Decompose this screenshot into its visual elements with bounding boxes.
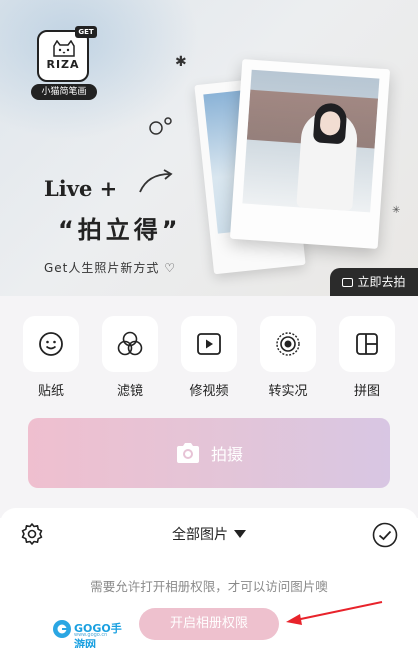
tool-sticker[interactable]: 贴纸: [23, 316, 79, 399]
tool-label: 贴纸: [37, 384, 64, 399]
tool-live-photo[interactable]: 转实况: [260, 316, 316, 399]
video-edit-icon: [197, 333, 221, 355]
camera-icon: [176, 443, 199, 463]
tool-label: 滤镜: [116, 384, 143, 399]
triangle-down-icon: [234, 530, 246, 538]
check-circle-icon[interactable]: [372, 522, 398, 548]
logo-get-badge: GET: [75, 26, 97, 38]
tool-label: 修视频: [189, 384, 229, 399]
album-selector-label: 全部图片: [172, 527, 228, 543]
banner-tagline: Get人生照片新方式 ♡: [44, 261, 176, 275]
sparkle-icon: ✱: [175, 54, 187, 70]
camera-icon: [342, 278, 354, 287]
filter-icon: [117, 331, 143, 356]
go-shoot-label: 立即去拍: [357, 275, 406, 289]
enable-permission-button[interactable]: 开启相册权限: [139, 608, 279, 640]
tool-label: 拼图: [353, 384, 380, 399]
annotation-arrow-icon: [286, 601, 383, 625]
watermark-logo: GOGO手游网 www.gogo.cn: [52, 618, 132, 648]
go-shoot-button[interactable]: 立即去拍: [330, 268, 418, 296]
sticker-icon: [39, 332, 63, 356]
live-photo-icon: [276, 332, 300, 356]
app-logo: GET RIZA 小猫简笔画: [31, 26, 97, 100]
logo-name: RIZA: [46, 58, 80, 71]
tool-label: 转实况: [268, 384, 308, 399]
curved-arrow-icon: [139, 169, 173, 193]
small-sparkle-icon: ✳: [392, 205, 401, 216]
tool-video-edit[interactable]: 修视频: [181, 316, 237, 399]
tool-filter[interactable]: 滤镜: [102, 316, 158, 399]
banner-title: Live +: [44, 176, 118, 201]
bubbles-icon: [149, 117, 172, 135]
shoot-button[interactable]: 拍摄: [28, 418, 390, 488]
tools-row: 贴纸 滤镜 修视频 转实况 拼图: [0, 296, 418, 408]
banner-subtitle: “拍立得”: [58, 216, 182, 244]
logo-subtitle: 小猫简笔画: [31, 84, 97, 100]
cat-logo-icon: [53, 40, 75, 57]
shoot-label: 拍摄: [210, 445, 243, 464]
shoot-area: 拍摄: [0, 408, 418, 518]
watermark-subtext: www.gogo.cn: [74, 632, 108, 638]
gogo-logo-icon: [53, 620, 71, 638]
collage-icon: [356, 333, 378, 355]
album-selector[interactable]: 全部图片: [0, 524, 418, 544]
promo-banner[interactable]: GET RIZA 小猫简笔画 ✱ ✳ Live + “拍立得” Get人生照片新…: [0, 0, 418, 296]
polaroid-front-photo: [229, 59, 391, 249]
tool-collage[interactable]: 拼图: [339, 316, 395, 399]
permission-message: 需要允许打开相册权限，才可以访问图片噢: [90, 579, 328, 594]
